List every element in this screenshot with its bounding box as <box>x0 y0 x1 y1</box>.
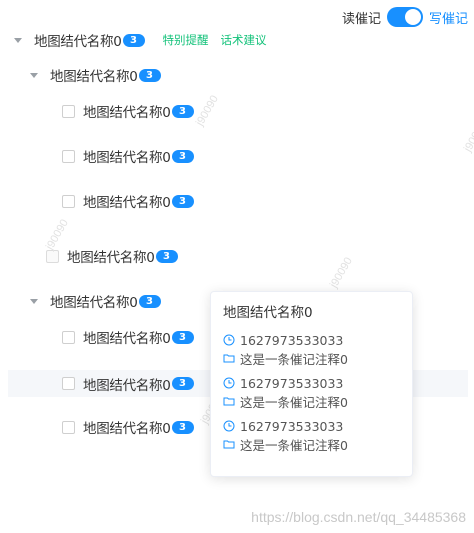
watermark-text: j90090 <box>328 255 355 290</box>
node-label: 地图结代名称0 <box>83 331 171 347</box>
entry-note-line: 这是一条催记注释0 <box>223 349 400 367</box>
count-badge: 3 <box>122 33 145 47</box>
tree-root-node[interactable]: 地图结代名称0 3 特别提醒 话术建议 <box>14 29 267 51</box>
entry-note: 这是一条催记注释0 <box>240 394 348 410</box>
tree-leaf-node[interactable]: 地图结代名称0 3 <box>62 416 194 438</box>
node-checkbox[interactable] <box>62 330 75 344</box>
count-badge: 3 <box>171 104 194 118</box>
expand-caret-icon[interactable] <box>30 298 38 304</box>
count-badge: 3 <box>171 149 194 163</box>
folder-icon <box>223 397 235 406</box>
script-suggestion-link[interactable]: 话术建议 <box>221 32 267 48</box>
node-label: 地图结代名称0 <box>50 295 138 311</box>
entry-time-line: 1627973533033 <box>223 417 400 435</box>
node-label: 地图结代名称0 <box>83 105 171 121</box>
reminder-entry: 1627973533033 这是一条催记注释0 <box>223 331 400 367</box>
switch-knob <box>404 9 421 25</box>
node-checkbox[interactable] <box>62 420 75 434</box>
node-label: 地图结代名称0 <box>34 34 122 50</box>
node-checkbox[interactable] <box>46 249 59 263</box>
node-label: 地图结代名称0 <box>83 195 171 211</box>
node-checkbox[interactable] <box>62 377 75 390</box>
clock-icon <box>223 420 235 432</box>
site-watermark: https://blog.csdn.net/qq_34485368 <box>251 509 466 525</box>
watermark-text: j90090 <box>462 119 474 154</box>
node-checkbox[interactable] <box>62 194 75 208</box>
node-label: 地图结代名称0 <box>83 377 171 394</box>
count-badge: 3 <box>171 330 194 344</box>
count-badge: 3 <box>155 249 178 263</box>
reminder-entry: 1627973533033 这是一条催记注释0 <box>223 374 400 410</box>
clock-icon <box>223 334 235 346</box>
tree-group-node[interactable]: 地图结代名称0 3 <box>30 290 161 312</box>
clock-icon <box>223 377 235 389</box>
watermark-text: j90090 <box>194 93 221 128</box>
node-label: 地图结代名称0 <box>83 150 171 166</box>
node-label: 地图结代名称0 <box>67 250 155 266</box>
entry-time: 1627973533033 <box>240 375 344 391</box>
page: 读催记 写催记 地图结代名称0 3 特别提醒 话术建议 地图结代名称0 3 地图… <box>0 0 474 533</box>
entry-note-line: 这是一条催记注释0 <box>223 435 400 453</box>
read-write-switch[interactable] <box>386 7 423 27</box>
count-badge: 3 <box>138 68 161 82</box>
count-badge: 3 <box>171 420 194 434</box>
expand-caret-icon[interactable] <box>30 72 38 78</box>
entry-note-line: 这是一条催记注释0 <box>223 392 400 410</box>
count-badge: 3 <box>171 194 194 208</box>
node-label: 地图结代名称0 <box>50 69 138 85</box>
entry-note: 这是一条催记注释0 <box>240 437 348 453</box>
count-badge: 3 <box>171 377 194 390</box>
tree-leaf-node[interactable]: 地图结代名称0 3 <box>46 245 178 267</box>
expand-caret-icon[interactable] <box>14 37 22 43</box>
tree-leaf-node[interactable]: 地图结代名称0 3 <box>62 100 194 122</box>
entry-time: 1627973533033 <box>240 418 344 434</box>
read-write-toggle-bar: 读催记 写催记 <box>342 7 468 27</box>
special-reminder-link[interactable]: 特别提醒 <box>163 32 209 48</box>
folder-icon <box>223 440 235 449</box>
entry-note: 这是一条催记注释0 <box>240 351 348 367</box>
popover-title: 地图结代名称0 <box>223 305 313 321</box>
tree-leaf-node[interactable]: 地图结代名称0 3 <box>62 190 194 212</box>
entry-time: 1627973533033 <box>240 332 344 348</box>
entry-time-line: 1627973533033 <box>223 331 400 349</box>
node-checkbox[interactable] <box>62 149 75 163</box>
folder-icon <box>223 354 235 363</box>
tree-group-node[interactable]: 地图结代名称0 3 <box>30 64 161 86</box>
reminder-popover: 地图结代名称0 1627973533033 这是一条催记注释0 16279735… <box>210 291 413 477</box>
tree-leaf-node[interactable]: 地图结代名称0 3 <box>62 145 194 167</box>
node-checkbox[interactable] <box>62 104 75 118</box>
tree-leaf-node[interactable]: 地图结代名称0 3 <box>62 326 194 348</box>
node-label: 地图结代名称0 <box>83 421 171 437</box>
reminder-entry: 1627973533033 这是一条催记注释0 <box>223 417 400 453</box>
entry-time-line: 1627973533033 <box>223 374 400 392</box>
count-badge: 3 <box>138 294 161 308</box>
write-label: 写催记 <box>428 11 468 27</box>
read-label: 读催记 <box>341 11 381 27</box>
